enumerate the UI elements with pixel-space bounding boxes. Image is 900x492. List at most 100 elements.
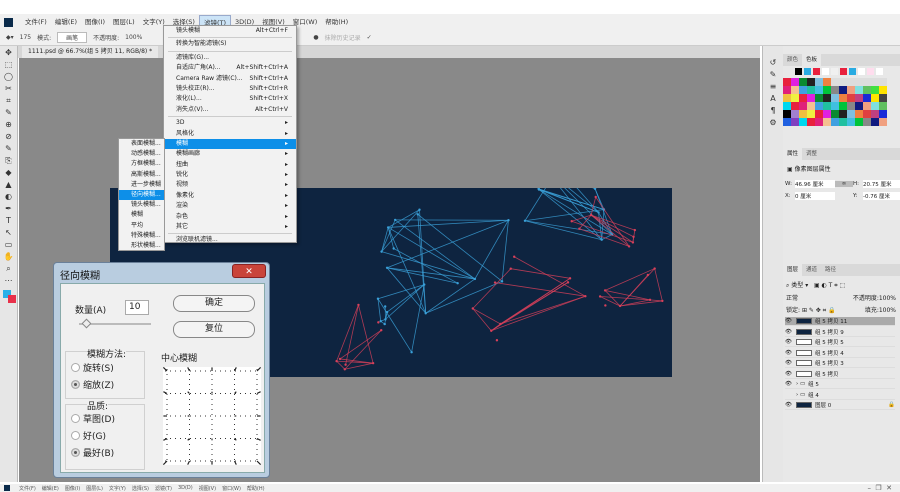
swatch[interactable]	[871, 118, 879, 126]
layer-row[interactable]: 👁 组 5 拷贝 5	[785, 338, 895, 347]
eraser-tool-icon[interactable]: ◆▾	[6, 34, 14, 41]
swatch[interactable]	[815, 118, 823, 126]
swatch[interactable]	[855, 102, 863, 110]
taskbar-menu-1[interactable]: 编辑(E)	[39, 485, 62, 492]
layer-row[interactable]: 👁 组 5 拷贝	[785, 370, 895, 379]
mode-select[interactable]: 画笔	[57, 32, 88, 43]
blur-submenu-item[interactable]: 动感模糊...	[119, 149, 164, 159]
filter-menu-item[interactable]: 模糊 ▸	[164, 138, 296, 150]
eye-icon[interactable]: 👁	[785, 371, 793, 377]
taskbar-menu-9[interactable]: 窗口(W)	[219, 485, 244, 492]
layer-opacity[interactable]: 100%	[879, 295, 896, 302]
tab-color[interactable]: 颜色	[783, 54, 802, 66]
taskbar-menu-0[interactable]: 文件(F)	[16, 485, 39, 492]
taskbar-menu-5[interactable]: 选择(S)	[129, 485, 152, 492]
swatch[interactable]	[840, 68, 847, 75]
swatch[interactable]	[831, 118, 839, 126]
swatch[interactable]	[799, 110, 807, 118]
swatch[interactable]	[871, 102, 879, 110]
radio-option[interactable]: 草图(D)	[71, 412, 115, 425]
layer-row[interactable]: › ▭ 组 4	[785, 391, 895, 400]
brush-settings-icon[interactable]: ≡	[768, 82, 778, 92]
x-field[interactable]: 0 厘米	[795, 192, 835, 200]
tab-adjustments[interactable]: 调整	[802, 148, 821, 160]
swatch[interactable]	[823, 86, 831, 94]
radio-button[interactable]	[71, 363, 80, 372]
tool-icon-9[interactable]: ⎘	[4, 156, 14, 166]
swatch[interactable]	[847, 102, 855, 110]
eye-icon[interactable]: 👁	[785, 360, 793, 366]
swatch[interactable]	[823, 110, 831, 118]
taskbar-menu-2[interactable]: 图像(I)	[62, 485, 83, 492]
erase-history-checkbox[interactable]: 抹除历史记录	[325, 33, 361, 42]
swatch[interactable]	[831, 68, 838, 75]
blur-submenu-item[interactable]: 模糊	[119, 210, 164, 220]
swatch[interactable]	[863, 86, 871, 94]
swatch[interactable]	[863, 118, 871, 126]
filter-menu-item[interactable]: 像素化 ▸	[164, 191, 296, 201]
radio-button[interactable]	[71, 414, 80, 423]
tool-icon-16[interactable]: ▭	[4, 240, 14, 250]
swatch[interactable]	[871, 110, 879, 118]
blur-submenu-item[interactable]: 进一步模糊	[119, 180, 164, 190]
swatch[interactable]	[847, 110, 855, 118]
swatch[interactable]	[783, 78, 791, 86]
tool-icon-11[interactable]: ▲	[4, 180, 14, 190]
tab-channels[interactable]: 通道	[802, 264, 821, 276]
taskbar-menu-8[interactable]: 视图(V)	[196, 485, 219, 492]
layer-row[interactable]: 👁 组 5 拷贝 3	[785, 359, 895, 368]
menu-0[interactable]: 文件(F)	[21, 15, 51, 29]
filter-menu-item[interactable]: 转换为智能滤镜(S)	[164, 39, 296, 49]
swatch[interactable]	[815, 110, 823, 118]
swatch[interactable]	[847, 118, 855, 126]
swatch[interactable]	[799, 86, 807, 94]
swatch[interactable]	[831, 94, 839, 102]
swatch[interactable]	[799, 118, 807, 126]
swatch[interactable]	[799, 94, 807, 102]
swatch[interactable]	[783, 118, 791, 126]
filter-menu-item[interactable]: 风格化 ▸	[164, 129, 296, 139]
filter-menu-item[interactable]: 液化(L)... Shift+Ctrl+X	[164, 94, 296, 104]
background-color[interactable]	[8, 295, 16, 303]
blur-submenu-item[interactable]: 特殊模糊...	[119, 231, 164, 241]
swatch[interactable]	[831, 86, 839, 94]
swatch[interactable]	[791, 78, 799, 86]
swatch[interactable]	[839, 78, 847, 86]
swatch[interactable]	[871, 86, 879, 94]
amount-input[interactable]: 10	[125, 300, 149, 315]
layer-row[interactable]: 👁 › ▭ 组 5	[785, 380, 895, 389]
tool-icon-1[interactable]: ⬚	[4, 60, 14, 70]
swatch[interactable]	[879, 118, 887, 126]
taskbar-menu-4[interactable]: 文字(Y)	[106, 485, 129, 492]
tool-icon-18[interactable]: ⌕	[4, 264, 14, 274]
radio-option[interactable]: 缩放(Z)	[71, 378, 114, 391]
swatch[interactable]	[823, 94, 831, 102]
swatch[interactable]	[879, 94, 887, 102]
swatch[interactable]	[783, 86, 791, 94]
window-controls[interactable]: – ❐ ✕	[867, 484, 900, 492]
tool-presets-icon[interactable]: ⚙	[768, 118, 778, 128]
radio-option[interactable]: 最好(B)	[71, 446, 114, 459]
tool-icon-14[interactable]: T	[4, 216, 14, 226]
swatch[interactable]	[795, 68, 802, 75]
taskbar-menu-7[interactable]: 3D(D)	[175, 485, 196, 492]
layer-row[interactable]: 👁 组 5 拷贝 11	[785, 317, 895, 326]
swatch[interactable]	[839, 94, 847, 102]
width-field[interactable]: 46.96 厘米	[795, 180, 835, 188]
fill-value[interactable]: 100%	[879, 307, 896, 314]
link-icon[interactable]: ∞	[835, 181, 853, 187]
tool-icon-10[interactable]: ◆	[4, 168, 14, 178]
blur-submenu-item[interactable]: 表面模糊...	[119, 139, 164, 149]
eye-icon[interactable]: 👁	[785, 318, 793, 324]
tool-icon-12[interactable]: ◐	[4, 192, 14, 202]
swatch[interactable]	[867, 68, 874, 75]
swatch[interactable]	[807, 78, 815, 86]
swatches-grid[interactable]	[783, 68, 893, 138]
amount-slider[interactable]	[79, 318, 151, 329]
swatch[interactable]	[871, 78, 879, 86]
swatch[interactable]	[822, 68, 829, 75]
tool-icon-15[interactable]: ↖	[4, 228, 14, 238]
tool-icon-19[interactable]: ⋯	[4, 276, 14, 286]
opacity-value[interactable]: 100%	[125, 34, 142, 41]
swatch[interactable]	[815, 102, 823, 110]
